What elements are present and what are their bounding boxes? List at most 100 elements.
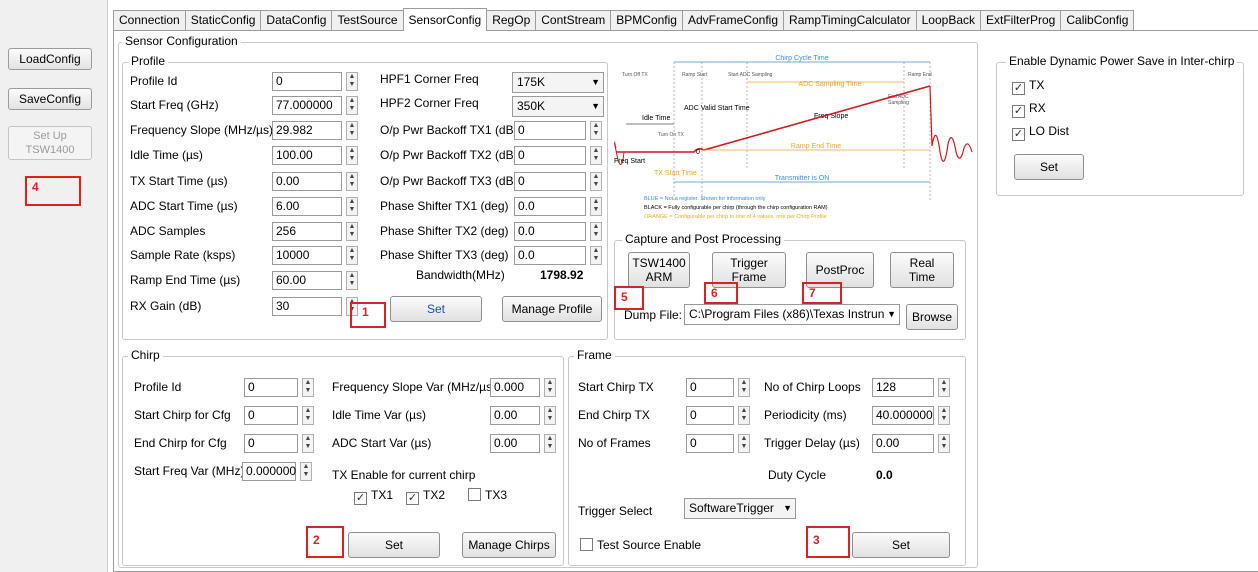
frame-field-input-0[interactable]: 0 [686,378,734,397]
real-time-button[interactable]: Real Time [890,252,954,288]
frame-right-field-input-1[interactable]: 40.000000 [872,406,934,425]
spinner-arrows-icon[interactable]: ▲ ▼ [346,72,358,91]
profile-field-input-3[interactable]: 100.00 [272,146,342,165]
legend-blue: BLUE = Not a register. Shown for informa… [644,196,766,202]
spinner-arrows-icon[interactable]: ▲ ▼ [300,462,312,481]
chirp-tx3-checkbox[interactable]: TX3 [468,488,507,502]
tab-regop[interactable]: RegOp [486,10,537,30]
tab-staticconfig[interactable]: StaticConfig [184,10,262,30]
profile-field-input-6[interactable]: 256 [272,222,342,241]
spinner-arrows-icon[interactable]: ▲ ▼ [346,246,358,265]
frame-field-input-2[interactable]: 0 [686,434,734,453]
setup-tsw1400-button[interactable]: Set Up TSW1400 [8,126,92,160]
check-icon: ✓ [354,492,367,505]
manage-chirps-button[interactable]: Manage Chirps [462,532,556,558]
power-set-button[interactable]: Set [1014,154,1084,180]
tab-connection[interactable]: Connection [113,10,186,30]
profile-field-input-1[interactable]: 77.000000 [272,96,342,115]
tab-ramptimingcalculator[interactable]: RampTimingCalculator [783,10,917,30]
profile-field-input-5[interactable]: 6.00 [272,197,342,216]
manage-profile-button[interactable]: Manage Profile [502,296,602,322]
spinner-arrows-icon[interactable]: ▲ ▼ [302,434,314,453]
tab-advframeconfig[interactable]: AdvFrameConfig [681,10,785,30]
tab-dataconfig[interactable]: DataConfig [260,10,333,30]
chirp-field-input-1[interactable]: 0 [244,406,298,425]
spinner-arrows-icon[interactable]: ▲ ▼ [738,434,750,453]
power-lo-checkbox[interactable]: ✓ LO Dist [1012,124,1069,141]
chirp-var-field-input-2[interactable]: 0.00 [490,434,540,453]
spinner-arrows-icon[interactable]: ▲ ▼ [346,172,358,191]
power-tx-checkbox[interactable]: ✓ TX [1012,78,1044,95]
tab-bpmconfig[interactable]: BPMConfig [610,10,683,30]
profile-power-field-input-2[interactable]: 0 [514,172,586,191]
chirp-set-button[interactable]: Set [348,532,440,558]
chirp-field-input-2[interactable]: 0 [244,434,298,453]
spinner-arrows-icon[interactable]: ▲ ▼ [738,406,750,425]
test-source-enable-checkbox[interactable]: Test Source Enable [580,538,701,552]
dump-file-label: Dump File: [624,308,683,322]
profile-power-field-input-5[interactable]: 0.0 [514,246,586,265]
profile-power-field-input-1[interactable]: 0 [514,146,586,165]
frame-right-field-input-0[interactable]: 128 [872,378,934,397]
profile-field-label-4: TX Start Time (µs) [130,174,228,188]
frame-set-button[interactable]: Set [852,532,950,558]
spinner-arrows-icon[interactable]: ▲ ▼ [346,271,358,290]
spinner-arrows-icon[interactable]: ▲ ▼ [590,197,602,216]
spinner-arrows-icon[interactable]: ▲ ▼ [590,172,602,191]
tab-testsource[interactable]: TestSource [331,10,404,30]
spinner-arrows-icon[interactable]: ▲ ▼ [544,434,556,453]
tsw1400-arm-button[interactable]: TSW1400 ARM [628,252,690,288]
profile-power-field-input-0[interactable]: 0 [514,121,586,140]
browse-button[interactable]: Browse [906,304,958,330]
spinner-arrows-icon[interactable]: ▲ ▼ [590,146,602,165]
spinner-arrows-icon[interactable]: ▲ ▼ [938,434,950,453]
spinner-arrows-icon[interactable]: ▲ ▼ [346,121,358,140]
hpf1-select[interactable]: 175K ▼ [512,72,604,93]
spinner-arrows-icon[interactable]: ▲ ▼ [590,246,602,265]
legend-black: BLACK = Fully configurable per chirp (th… [644,205,828,211]
profile-field-input-9[interactable]: 30 [272,297,342,316]
profile-power-field-input-3[interactable]: 0.0 [514,197,586,216]
hpf2-select[interactable]: 350K ▼ [512,96,604,117]
tab-extfilterprog[interactable]: ExtFilterProg [980,10,1062,30]
profile-set-button[interactable]: Set [390,296,482,322]
spinner-arrows-icon[interactable]: ▲ ▼ [346,96,358,115]
tab-contstream[interactable]: ContStream [535,10,612,30]
spinner-arrows-icon[interactable]: ▲ ▼ [938,378,950,397]
spinner-arrows-icon[interactable]: ▲ ▼ [302,378,314,397]
chirp-tx2-checkbox[interactable]: ✓ TX2 [406,488,445,505]
spinner-arrows-icon[interactable]: ▲ ▼ [590,121,602,140]
profile-field-input-0[interactable]: 0 [272,72,342,91]
power-rx-checkbox[interactable]: ✓ RX [1012,101,1046,118]
dump-file-select[interactable]: C:\Program Files (x86)\Texas Instrun ▼ [684,304,900,325]
capture-title: Capture and Post Processing [622,232,785,246]
chirp-var-field-input-0[interactable]: 0.000 [490,378,540,397]
chirp-tx1-checkbox[interactable]: ✓ TX1 [354,488,393,505]
tab-calibconfig[interactable]: CalibConfig [1060,10,1135,30]
tab-sensorconfig[interactable]: SensorConfig [402,8,488,31]
profile-power-field-input-4[interactable]: 0.0 [514,222,586,241]
chirp-field-input-3[interactable]: 0.000000 [242,462,296,481]
spinner-arrows-icon[interactable]: ▲ ▼ [590,222,602,241]
spinner-arrows-icon[interactable]: ▲ ▼ [738,378,750,397]
frame-right-field-input-2[interactable]: 0.00 [872,434,934,453]
spinner-arrows-icon[interactable]: ▲ ▼ [346,197,358,216]
profile-field-input-8[interactable]: 60.00 [272,271,342,290]
chirp-var-field-input-1[interactable]: 0.00 [490,406,540,425]
spinner-arrows-icon[interactable]: ▲ ▼ [302,406,314,425]
frame-field-input-1[interactable]: 0 [686,406,734,425]
spinner-arrows-icon[interactable]: ▲ ▼ [938,406,950,425]
profile-field-input-4[interactable]: 0.00 [272,172,342,191]
profile-field-input-2[interactable]: 29.982 [272,121,342,140]
spinner-arrows-icon[interactable]: ▲ ▼ [346,222,358,241]
spinner-arrows-icon[interactable]: ▲ ▼ [544,406,556,425]
spinner-arrows-icon[interactable]: ▲ ▼ [346,146,358,165]
chirp-field-input-0[interactable]: 0 [244,378,298,397]
profile-field-input-7[interactable]: 10000 [272,246,342,265]
load-config-button[interactable]: LoadConfig [8,48,92,70]
save-config-button[interactable]: SaveConfig [8,88,92,110]
trigger-select[interactable]: SoftwareTrigger ▼ [684,498,796,519]
profile-power-field-label-1: O/p Pwr Backoff TX2 (dB) [380,148,518,162]
tab-loopback[interactable]: LoopBack [915,10,981,30]
spinner-arrows-icon[interactable]: ▲ ▼ [544,378,556,397]
